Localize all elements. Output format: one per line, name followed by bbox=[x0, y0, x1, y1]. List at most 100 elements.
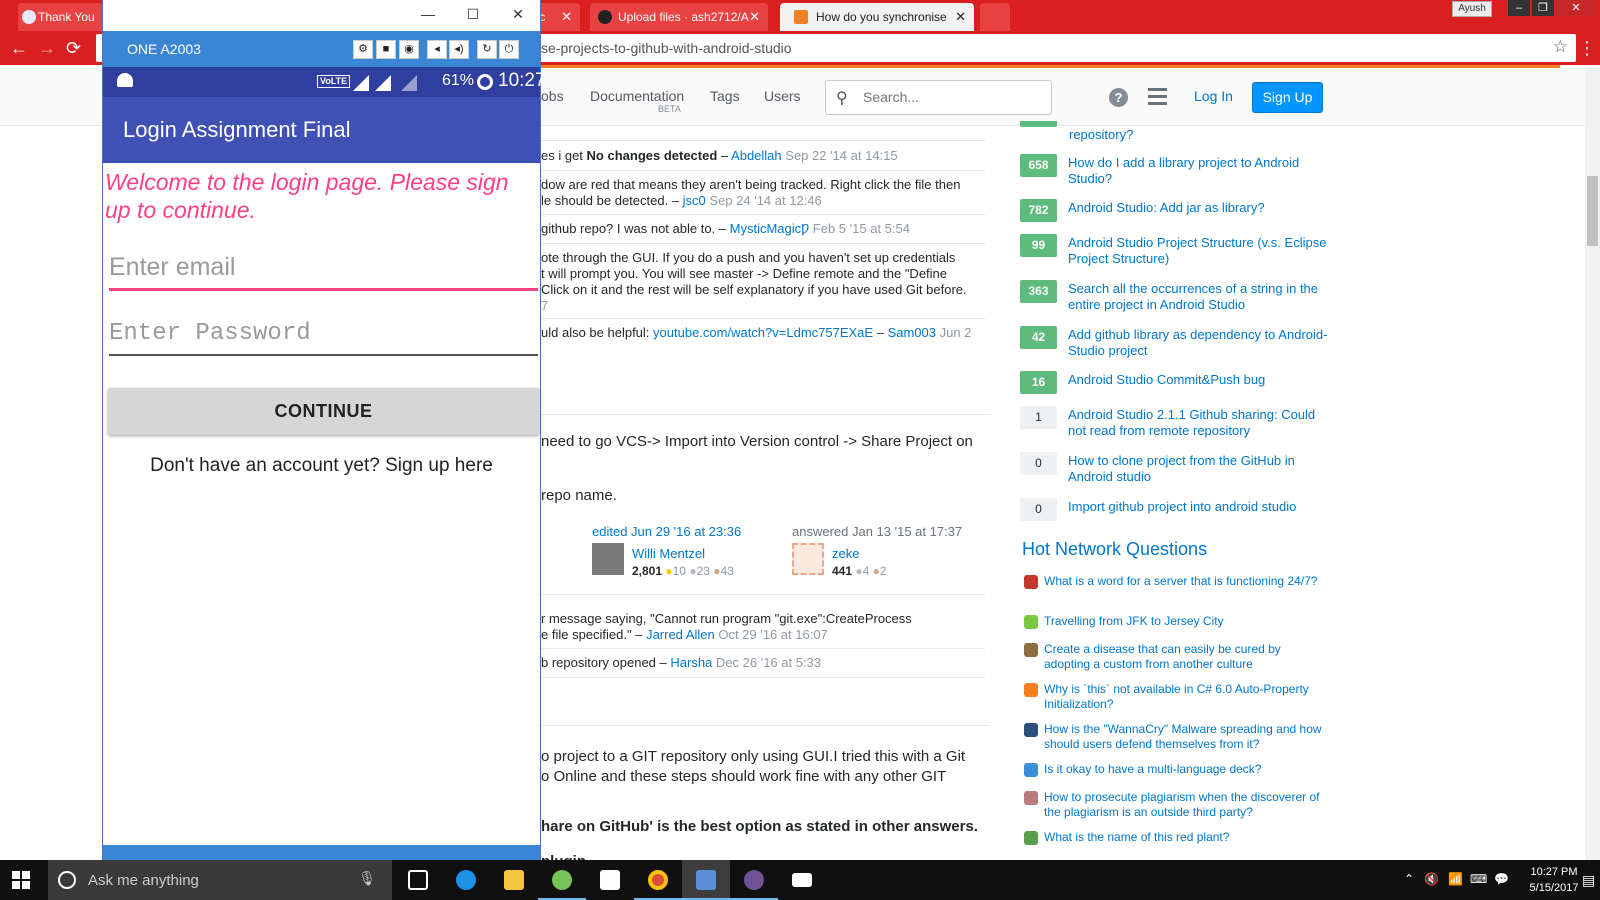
close-window-button[interactable]: ✕ bbox=[1556, 0, 1596, 16]
password-field[interactable] bbox=[109, 312, 538, 356]
hot-question-title[interactable]: Is it okay to have a multi-language deck… bbox=[1044, 762, 1324, 777]
wifi-tray-icon[interactable]: 📶 bbox=[1448, 872, 1463, 886]
task-view-button[interactable] bbox=[394, 860, 442, 900]
maximize-button[interactable]: ☐ bbox=[464, 5, 482, 23]
hot-network-questions-heading[interactable]: Hot Network Questions bbox=[1022, 539, 1207, 560]
windows-start-icon[interactable] bbox=[12, 871, 30, 889]
android-icon bbox=[117, 73, 133, 87]
help-icon[interactable]: ? bbox=[1109, 88, 1128, 107]
notification-icon[interactable]: ▤ bbox=[1582, 872, 1595, 889]
comment-user[interactable]: Jarred Allen bbox=[646, 627, 715, 642]
hot-question-title[interactable]: Travelling from JFK to Jersey City bbox=[1044, 614, 1324, 629]
login-link[interactable]: Log In bbox=[1194, 88, 1233, 104]
answered-info: answered Jan 13 '15 at 17:37 bbox=[792, 524, 963, 539]
back-icon[interactable]: ← bbox=[10, 37, 28, 59]
forward-icon[interactable]: → bbox=[38, 37, 56, 59]
new-tab-button[interactable] bbox=[980, 3, 1010, 31]
address-url: se-projects-to-github-with-android-studi… bbox=[541, 40, 792, 56]
close-button[interactable]: ✕ bbox=[509, 5, 527, 23]
related-title[interactable]: Android Studio: Add jar as library? bbox=[1068, 200, 1328, 216]
taskbar-android-studio[interactable] bbox=[538, 860, 586, 900]
rotate-icon[interactable]: ↻ bbox=[477, 40, 497, 59]
hot-question-title[interactable]: Why is `this` not available in C# 6.0 Au… bbox=[1044, 682, 1324, 712]
scrollbar-thumb[interactable] bbox=[1587, 176, 1598, 246]
record-icon[interactable]: ■ bbox=[376, 40, 396, 59]
battery-percent: 61% bbox=[442, 72, 475, 89]
keyboard-icon[interactable]: ⌨ bbox=[1470, 872, 1487, 886]
divider bbox=[540, 170, 985, 171]
app-title: Login Assignment Final bbox=[123, 117, 351, 142]
related-title[interactable]: Android Studio 2.1.1 Github sharing: Cou… bbox=[1068, 407, 1328, 439]
tab-how-do-you-synchronise[interactable]: How do you synchronise ✕ bbox=[780, 3, 974, 31]
microphone-icon[interactable]: 🎙 bbox=[358, 870, 376, 887]
avatar[interactable] bbox=[592, 543, 624, 575]
comment-user[interactable]: jsc0 bbox=[683, 193, 706, 208]
avatar[interactable] bbox=[792, 543, 824, 575]
menu-dots-icon[interactable]: ⋮ bbox=[1578, 37, 1596, 59]
hot-question-title[interactable]: What is a word for a server that is func… bbox=[1044, 574, 1324, 589]
chevron-up-icon[interactable]: ⌃ bbox=[1404, 872, 1414, 886]
comment-link[interactable]: youtube.com/watch?v=Ldmc757EXaE bbox=[653, 325, 873, 340]
comment-user[interactable]: MysticMagicǷ bbox=[730, 221, 810, 236]
hot-question-title[interactable]: How is the "WannaCry" Malware spreading … bbox=[1044, 722, 1324, 752]
related-title[interactable]: Search all the occurrences of a string i… bbox=[1068, 281, 1328, 313]
screenshot-icon[interactable]: ◉ bbox=[399, 40, 419, 59]
page-scrollbar[interactable] bbox=[1585, 68, 1600, 860]
taskbar-store[interactable] bbox=[586, 860, 634, 900]
related-title[interactable]: How do I add a library project to Androi… bbox=[1068, 155, 1328, 187]
search-input[interactable] bbox=[863, 89, 1043, 105]
hot-question-title[interactable]: Create a disease that can easily be cure… bbox=[1044, 642, 1324, 672]
restore-button[interactable]: ❐ bbox=[1532, 0, 1554, 16]
answer-text-cut: plugin bbox=[541, 852, 586, 860]
hamburger-icon[interactable] bbox=[1148, 88, 1167, 106]
power-icon[interactable]: ⏻ bbox=[499, 40, 519, 59]
reload-icon[interactable]: ⟳ bbox=[66, 37, 81, 59]
related-title[interactable]: Add github library as dependency to Andr… bbox=[1068, 327, 1328, 359]
signal-2-icon bbox=[401, 75, 417, 91]
cortana-search[interactable]: Ask me anything 🎙 bbox=[48, 860, 392, 900]
score-badge: 782 bbox=[1020, 199, 1057, 222]
hot-question-title[interactable]: What is the name of this red plant? bbox=[1044, 830, 1324, 845]
signup-link[interactable]: Don't have an account yet? Sign up here bbox=[103, 455, 540, 477]
close-icon[interactable]: ✕ bbox=[749, 3, 760, 31]
settings-icon[interactable]: ⚙ bbox=[353, 40, 373, 59]
volume-mute-icon[interactable]: 🔇 bbox=[1424, 872, 1439, 886]
email-field[interactable] bbox=[109, 247, 538, 291]
volume-up-icon[interactable]: ◂) bbox=[449, 40, 469, 59]
taskbar-explorer[interactable] bbox=[490, 860, 538, 900]
tab-thank-you[interactable]: Thank You bbox=[18, 3, 102, 31]
search-box[interactable]: ⚲ bbox=[825, 80, 1052, 115]
tab-upload-files[interactable]: Upload files · ash2712/A ✕ bbox=[590, 3, 768, 31]
nav-documentation[interactable]: Documentation bbox=[590, 88, 684, 104]
android-nav-bar[interactable] bbox=[103, 845, 540, 860]
minimize-button[interactable]: – bbox=[1508, 0, 1530, 16]
taskbar-emulator[interactable] bbox=[682, 860, 730, 900]
star-icon[interactable]: ☆ bbox=[1553, 37, 1568, 57]
continue-button[interactable]: CONTINUE bbox=[108, 388, 539, 435]
related-item[interactable] bbox=[1020, 121, 1320, 127]
minimize-button[interactable]: — bbox=[419, 5, 437, 23]
related-title[interactable]: How to clone project from the GitHub in … bbox=[1068, 453, 1328, 485]
taskbar-edge[interactable] bbox=[442, 860, 490, 900]
related-title[interactable]: Android Studio Commit&Push bug bbox=[1068, 372, 1328, 388]
related-title[interactable]: Import github project into android studi… bbox=[1068, 499, 1328, 515]
chat-icon[interactable]: 💬 bbox=[1494, 872, 1509, 886]
comment-user[interactable]: Abdellah bbox=[731, 148, 782, 163]
comment-user[interactable]: Sam003 bbox=[888, 325, 936, 340]
taskbar-github[interactable] bbox=[730, 860, 778, 900]
welcome-text: Welcome to the login page. Please sign u… bbox=[105, 169, 509, 223]
taskbar-clock[interactable]: 10:27 PM 5/15/2017 bbox=[1524, 864, 1584, 896]
comment-user[interactable]: Harsha bbox=[670, 655, 712, 670]
nav-tags[interactable]: Tags bbox=[710, 88, 740, 104]
signup-button[interactable]: Sign Up bbox=[1252, 82, 1323, 113]
nav-users[interactable]: Users bbox=[764, 88, 801, 104]
close-icon[interactable]: ✕ bbox=[955, 3, 966, 31]
volume-down-icon[interactable]: ◂ bbox=[427, 40, 447, 59]
stackoverflow-icon bbox=[794, 10, 808, 24]
taskbar-mail[interactable] bbox=[778, 860, 826, 900]
profile-button[interactable]: Ayush bbox=[1452, 1, 1492, 17]
close-icon[interactable]: ✕ bbox=[561, 3, 572, 31]
hot-question-title[interactable]: How to prosecute plagiarism when the dis… bbox=[1044, 790, 1324, 820]
related-title[interactable]: Android Studio Project Structure (v.s. E… bbox=[1068, 235, 1328, 267]
taskbar-chrome[interactable] bbox=[634, 860, 682, 900]
